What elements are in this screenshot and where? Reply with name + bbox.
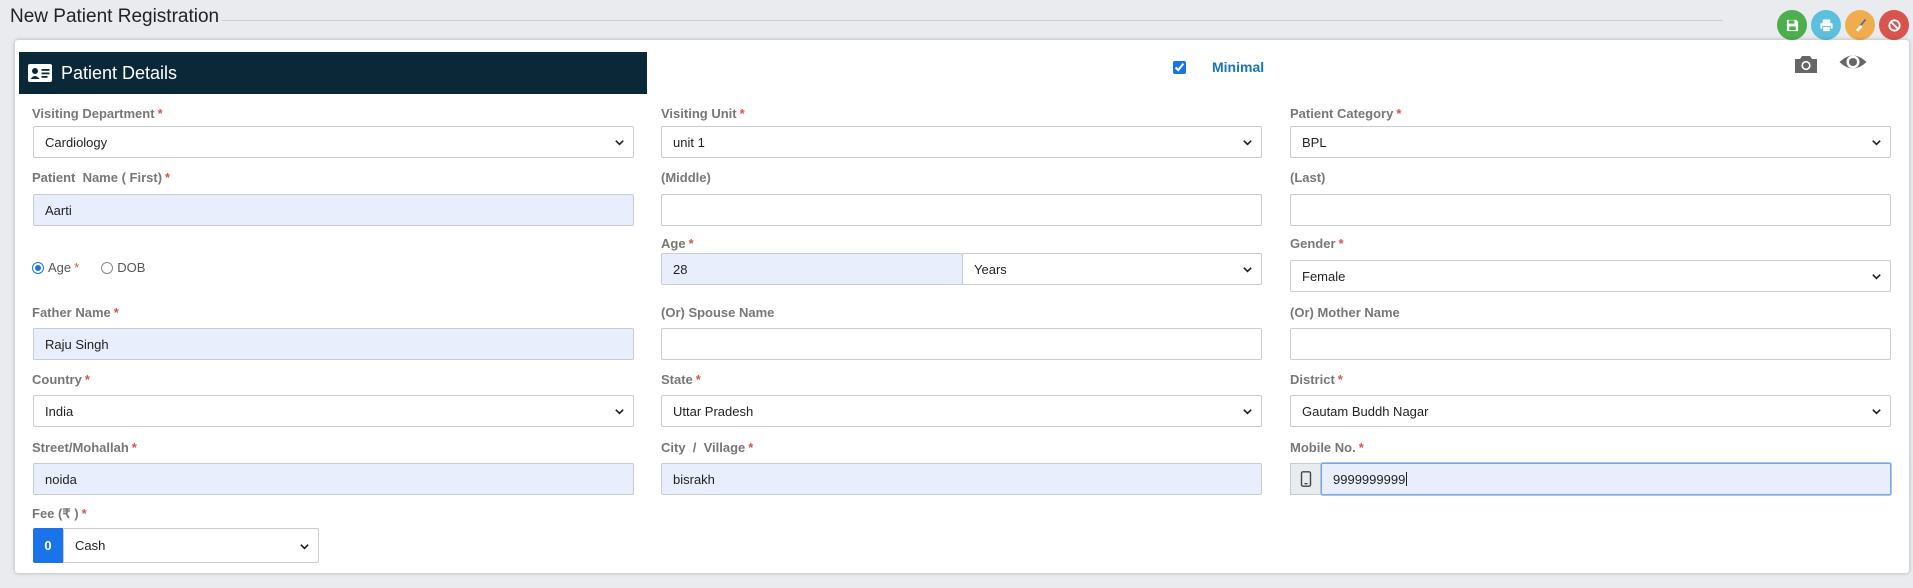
city-label: City / Village * [661, 440, 754, 455]
chevron-down-icon [1872, 140, 1881, 146]
father-name-input[interactable]: Raju Singh [33, 328, 634, 360]
mobile-input[interactable]: 9999999999 [1321, 463, 1891, 495]
mobile-phone-icon [1300, 471, 1312, 487]
patient-category-select[interactable]: BPL [1290, 126, 1891, 158]
minimal-label[interactable]: Minimal [1212, 59, 1264, 75]
mother-name-label: (Or) Mother Name [1290, 305, 1400, 320]
minimal-toggle: Minimal [1173, 59, 1264, 75]
middle-name-input[interactable] [661, 194, 1262, 226]
chevron-down-icon [1872, 409, 1881, 415]
toolbar [1777, 10, 1909, 40]
country-label: Country * [32, 372, 90, 387]
district-select[interactable]: Gautam Buddh Nagar [1290, 395, 1891, 427]
patient-details-panel: Patient Details Minimal Visiting Departm… [15, 40, 1909, 573]
mother-name-input[interactable] [1290, 328, 1891, 360]
print-button[interactable] [1811, 10, 1841, 40]
last-name-input[interactable] [1290, 194, 1891, 226]
first-name-input[interactable]: Aarti [33, 194, 634, 226]
chevron-down-icon [300, 544, 309, 550]
page-title: New Patient Registration [10, 6, 220, 27]
chevron-down-icon [1243, 267, 1252, 273]
panel-header: Patient Details [19, 52, 647, 94]
print-icon [1819, 18, 1833, 32]
clear-button[interactable] [1845, 10, 1875, 40]
state-select[interactable]: Uttar Pradesh [661, 395, 1262, 427]
camera-icon[interactable] [1793, 53, 1819, 75]
age-input[interactable]: 28 [661, 253, 963, 285]
street-input[interactable]: noida [33, 463, 634, 495]
first-name-label: Patient Name ( First) * [32, 170, 171, 185]
state-label: State * [661, 372, 701, 387]
spouse-name-input[interactable] [661, 328, 1262, 360]
chevron-down-icon [1872, 274, 1881, 280]
text-cursor [1406, 472, 1408, 486]
age-radio[interactable] [32, 261, 44, 274]
spouse-name-label: (Or) Spouse Name [661, 305, 775, 320]
dob-radio-label: DOB [117, 260, 146, 275]
visiting-department-label: Visiting Department * [32, 106, 163, 121]
visiting-department-select[interactable]: Cardiology [33, 126, 634, 158]
gender-select[interactable]: Female [1290, 260, 1891, 292]
patient-category-label: Patient Category * [1290, 106, 1402, 121]
middle-name-label: (Middle) [661, 170, 711, 185]
mobile-label: Mobile No. * [1290, 440, 1364, 455]
country-select[interactable]: India [33, 395, 634, 427]
last-name-label: (Last) [1290, 170, 1326, 185]
district-label: District * [1290, 372, 1343, 387]
title-divider [222, 20, 1723, 21]
broom-icon [1855, 18, 1866, 32]
eye-icon[interactable] [1838, 50, 1868, 74]
dob-radio[interactable] [101, 261, 114, 274]
chevron-down-icon [615, 140, 624, 146]
chevron-down-icon [1243, 140, 1252, 146]
father-name-label: Father Name * [32, 305, 119, 320]
chevron-down-icon [1243, 409, 1252, 415]
fee-amount-badge: 0 [33, 528, 63, 563]
age-unit-select[interactable]: Years [962, 253, 1262, 285]
visiting-unit-label: Visiting Unit * [661, 106, 745, 121]
visiting-unit-select[interactable]: unit 1 [661, 126, 1262, 158]
cancel-button[interactable] [1879, 10, 1909, 40]
panel-title: Patient Details [61, 62, 178, 83]
fee-label: Fee (₹ ) * [32, 506, 87, 521]
age-dob-toggle: Age * DOB [32, 260, 145, 275]
street-label: Street/Mohallah * [32, 440, 137, 455]
age-radio-label: Age [48, 260, 72, 275]
id-card-icon [28, 64, 52, 82]
age-label: Age * [661, 236, 694, 251]
city-input[interactable]: bisrakh [661, 463, 1262, 495]
ban-icon [1887, 18, 1901, 32]
fee-mode-select[interactable]: Cash [63, 528, 319, 563]
save-icon [1786, 19, 1798, 31]
minimal-checkbox[interactable] [1173, 60, 1186, 74]
gender-label: Gender * [1290, 236, 1344, 251]
chevron-down-icon [615, 409, 624, 415]
save-button[interactable] [1777, 10, 1807, 40]
phone-prefix [1290, 463, 1322, 495]
